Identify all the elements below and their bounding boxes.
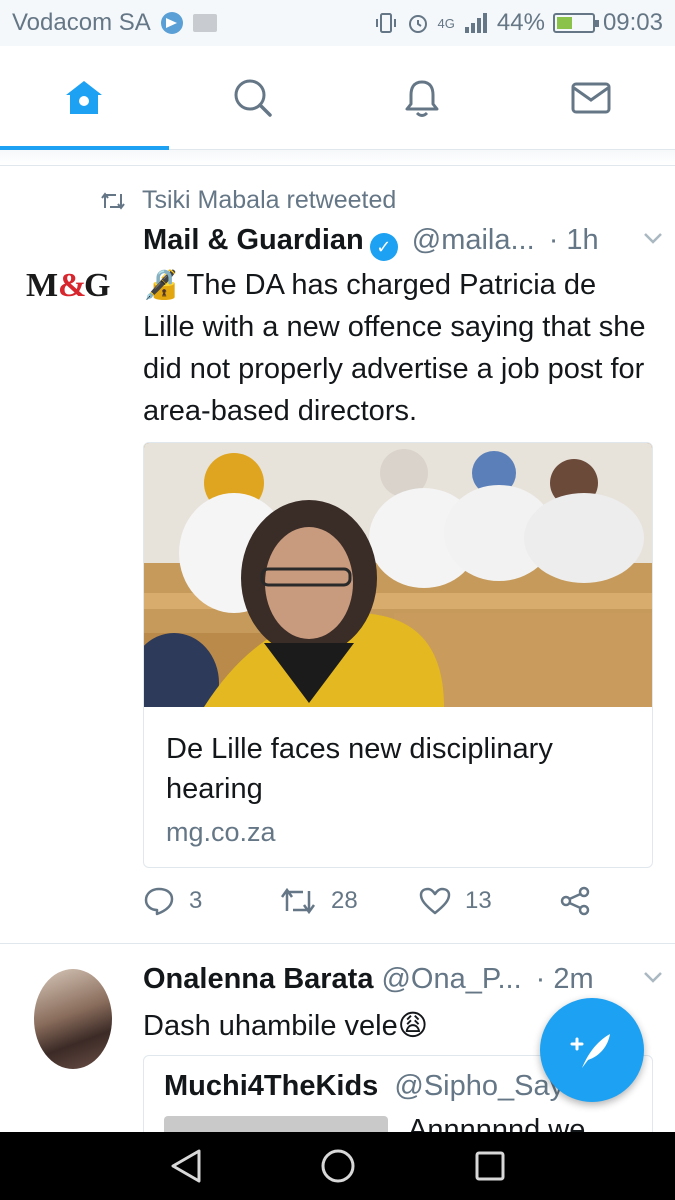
- status-left: Vodacom SA: [12, 9, 217, 37]
- tweet-time: · 1h: [548, 224, 599, 256]
- mail-notification-icon: [192, 14, 217, 32]
- network-type-label: 4G: [437, 15, 455, 31]
- battery-icon: [552, 13, 599, 33]
- heart-icon: [419, 887, 451, 915]
- author-name[interactable]: Onalenna Barata: [143, 963, 373, 996]
- battery-percent: 44%: [496, 9, 545, 36]
- signal-icon: [464, 13, 487, 33]
- tab-messages[interactable]: [506, 46, 675, 149]
- system-nav-bar: [0, 1132, 675, 1200]
- tab-bar: [0, 46, 675, 150]
- messages-icon: [571, 82, 611, 113]
- home-button-icon[interactable]: [320, 1148, 356, 1184]
- compose-feather-icon: [570, 1034, 610, 1068]
- retweet-context: Tsiki Mabala retweeted: [100, 186, 396, 215]
- verified-icon: ✓: [369, 233, 398, 261]
- card-domain: mg.co.za: [166, 817, 276, 847]
- tab-home[interactable]: [0, 46, 169, 150]
- quote-author-handle: @Sipho_Say: [394, 1070, 565, 1102]
- link-card[interactable]: De Lille faces new disciplinary hearing …: [143, 442, 653, 868]
- retweet-count: 28: [331, 887, 358, 914]
- status-right: 4G 44% 09:03: [374, 9, 663, 37]
- chevron-down-icon[interactable]: [643, 967, 663, 990]
- card-title: De Lille faces new disciplinary hearing: [166, 733, 553, 805]
- card-image: [144, 443, 652, 707]
- tweet-time: · 2m: [535, 963, 594, 995]
- like-button[interactable]: 13: [419, 887, 559, 915]
- retweeted-by-label: Tsiki Mabala retweeted: [142, 186, 397, 214]
- reply-icon: [144, 887, 174, 916]
- share-icon: [560, 886, 590, 916]
- retweet-icon: [280, 887, 316, 915]
- tab-notifications[interactable]: [338, 46, 507, 149]
- clock: 09:03: [602, 9, 663, 36]
- author-handle[interactable]: @Ona_P...: [381, 963, 521, 996]
- reply-button[interactable]: 3: [143, 886, 279, 916]
- author-handle[interactable]: @maila...: [412, 224, 535, 257]
- search-icon: [234, 79, 272, 117]
- vibrate-icon: [375, 13, 396, 33]
- retweet-icon: [101, 191, 125, 210]
- avatar[interactable]: M & G: [24, 254, 120, 314]
- chevron-down-icon[interactable]: [643, 228, 663, 251]
- tweet-header: Mail & Guardian ✓ @maila... · 1h: [143, 224, 663, 261]
- quote-author-name: Muchi4TheKids: [164, 1070, 379, 1102]
- svg-text:&: &: [58, 267, 86, 304]
- home-icon: [66, 80, 103, 114]
- alarm-icon: [408, 15, 427, 33]
- notifications-icon: [405, 80, 439, 117]
- author-name[interactable]: Mail & Guardian: [143, 224, 364, 257]
- share-button[interactable]: [559, 886, 591, 916]
- tab-search[interactable]: [169, 46, 338, 149]
- reply-count: 3: [189, 887, 203, 914]
- battery-level: [556, 17, 572, 29]
- card-photo: [144, 443, 652, 707]
- tweet-header: Onalenna Barata @Ona_P... · 2m: [143, 963, 663, 996]
- tweet-actions: 3 28 13: [143, 886, 603, 916]
- svg-text:G: G: [84, 267, 110, 304]
- like-count: 13: [465, 887, 492, 914]
- status-bar: Vodacom SA 4G 44% 09:03: [0, 0, 675, 46]
- tweet[interactable]: Tsiki Mabala retweeted M & G Mail & Guar…: [0, 168, 675, 944]
- recents-icon[interactable]: [474, 1150, 506, 1182]
- timeline-gap: [0, 150, 675, 166]
- carrier-label: Vodacom SA: [12, 9, 151, 36]
- avatar[interactable]: [34, 969, 112, 1069]
- compose-tweet-button[interactable]: [540, 998, 644, 1102]
- svg-text:M: M: [26, 267, 58, 304]
- quote-header: Muchi4TheKids @Sipho_Say: [164, 1070, 564, 1103]
- telegram-notification-icon: [160, 12, 183, 34]
- mail-guardian-logo: M & G: [26, 267, 110, 304]
- back-icon[interactable]: [169, 1148, 203, 1184]
- retweet-button[interactable]: 28: [279, 887, 419, 915]
- tweet-text: 🔏 The DA has charged Patricia de Lille w…: [143, 269, 646, 427]
